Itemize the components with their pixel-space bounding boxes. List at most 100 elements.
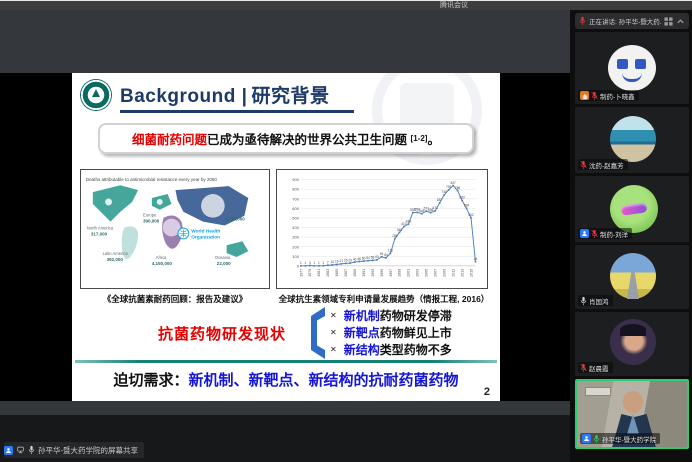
svg-text:657: 657 [437,198,443,202]
participant-namebar: 沈药-赵嘉芳 [578,159,628,170]
who-logo-icon [178,228,189,239]
svg-text:58: 58 [371,256,375,260]
svg-text:1989: 1989 [353,269,357,277]
svg-text:1991: 1991 [362,269,366,277]
window-title: 腾讯会议 [440,1,468,10]
status-bullets: ✕ 新机制 药物研发停滞 ✕ 新靶点 药物鲜见上市 ✕ 新结构 类型药物不多 [330,307,452,358]
svg-text:285: 285 [392,234,398,238]
bullet-row: ✕ 新结构 类型药物不多 [330,341,452,358]
collapse-icon[interactable] [676,17,685,26]
title-underline [120,110,354,113]
svg-text:26: 26 [344,259,348,263]
svg-text:1987: 1987 [344,269,348,277]
university-logo-icon [80,79,112,111]
participant-name: 制药-卜晓鑫 [600,91,635,101]
svg-text:Deaths attributable to antimic: Deaths attributable to antimicrobial res… [86,177,218,182]
svg-text:10: 10 [331,260,335,264]
svg-text:392,000: 392,000 [107,257,124,262]
who-map-figure: Deaths attributable to antimicrobial res… [80,169,270,289]
svg-text:40: 40 [353,257,357,261]
monitor-icon [16,446,25,455]
svg-text:300: 300 [292,235,299,240]
svg-text:2015: 2015 [469,269,473,277]
shared-screen: Background |研究背景 细菌耐药问题已成为亟待解决的世界公共卫生问题 … [0,73,570,401]
svg-text:94: 94 [380,252,384,256]
svg-text:1: 1 [305,261,307,265]
app-window: 腾讯会议 Background |研究背景 细菌耐药问题已成为亟待解决的世界公共… [0,0,692,462]
participant-tile[interactable]: 沈药-赵嘉芳 [575,107,689,173]
svg-text:1981: 1981 [317,269,321,277]
participant-name: 肖国鸿 [589,296,609,306]
avatar [610,185,658,233]
os-titlebar: 腾讯会议 [0,1,692,10]
svg-text:2009: 2009 [442,269,446,277]
svg-text:683: 683 [459,196,465,200]
participant-namebar: 肖国鸿 [578,295,613,306]
cross-icon: ✕ [330,328,337,337]
slide-title: Background |研究背景 [120,81,329,108]
patent-chart-figure: 0100200300400500600700800900197719791981… [276,169,488,289]
raised-hand-icon [580,91,589,100]
svg-text:46: 46 [357,257,361,261]
svg-text:200: 200 [292,244,299,249]
participant-tile[interactable]: 制药-卜晓鑫 [575,32,689,104]
svg-text:400: 400 [292,225,299,230]
layout-icon[interactable] [664,17,673,26]
bullet-term: 新靶点 [344,324,380,341]
member-badge-icon [582,434,591,443]
cross-icon: ✕ [330,311,337,320]
stage-top-band [0,10,570,73]
need-text: 新机制、新靶点、新结构的抗耐药菌药物 [189,372,459,389]
svg-text:Europe: Europe [143,213,157,218]
mic-muted-icon [580,160,587,170]
urgent-need: 迫切需求：新机制、新靶点、新结构的抗耐药菌药物 [72,369,500,390]
svg-text:1999: 1999 [398,269,402,277]
svg-text:1977: 1977 [299,269,303,277]
svg-text:1: 1 [322,261,324,265]
mic-muted-icon [591,91,598,101]
screen-share-label: 孙平华-暨大药学院的屏幕共享 [4,442,144,458]
participant-namebar: 赵晨霞 [578,362,613,373]
participant-name: 沈药-赵嘉芳 [589,160,624,170]
bullet-term: 新机制 [344,307,380,324]
participant-tile[interactable]: 肖国鸿 [575,245,689,309]
svg-text:World Health: World Health [191,228,220,234]
svg-text:15: 15 [335,260,339,264]
statement-citation: [1-2] [411,134,428,143]
svg-text:434: 434 [406,220,412,224]
svg-text:502: 502 [468,213,474,217]
svg-text:348: 348 [397,228,403,232]
svg-text:Oceania: Oceania [215,255,231,260]
page-number: 2 [484,386,490,398]
participant-tile[interactable]: 赵晨霞 [575,312,689,376]
svg-text:2005: 2005 [425,269,429,277]
participant-tile[interactable]: 制药-刘洋 [575,176,689,242]
participant-name: 制药-刘洋 [600,229,628,239]
statement-period: 。 [427,129,440,148]
mic-icon [28,445,35,455]
svg-text:63: 63 [375,255,379,259]
svg-text:50: 50 [362,256,366,260]
participant-tile-active-speaker[interactable]: 孙平华-暨大药学院 [575,379,689,449]
map-caption: 《全球抗菌素耐药回顾：报告及建议》 [72,293,278,305]
svg-text:1979: 1979 [308,269,312,277]
mic-icon [580,296,587,306]
svg-text:574: 574 [433,206,439,210]
avatar [610,319,656,365]
svg-text:Organization: Organization [191,234,220,240]
participant-name: 孙平华-暨大药学院 [602,434,656,444]
svg-text:800: 800 [292,187,299,192]
participants-sidebar: 正在讲话: 孙平华-暨大药... 制药-卜晓鑫 沈药-赵嘉芳 [570,10,692,462]
participant-namebar: 制药-卜晓鑫 [578,90,639,101]
speaking-text: 正在讲话: 孙平华-暨大药... [589,16,661,26]
svg-text:21: 21 [339,259,343,263]
status-label: 抗菌药物研发现状 [158,323,286,344]
svg-text:1997: 1997 [389,269,393,277]
svg-text:1: 1 [300,261,302,265]
svg-text:786: 786 [455,186,461,190]
svg-text:Africa: Africa [156,255,167,260]
participant-namebar: 孙平华-暨大药学院 [580,433,660,444]
bullet-row: ✕ 新机制 药物研发停滞 [330,307,452,324]
teal-divider [75,360,497,363]
svg-text:1: 1 [313,261,315,265]
